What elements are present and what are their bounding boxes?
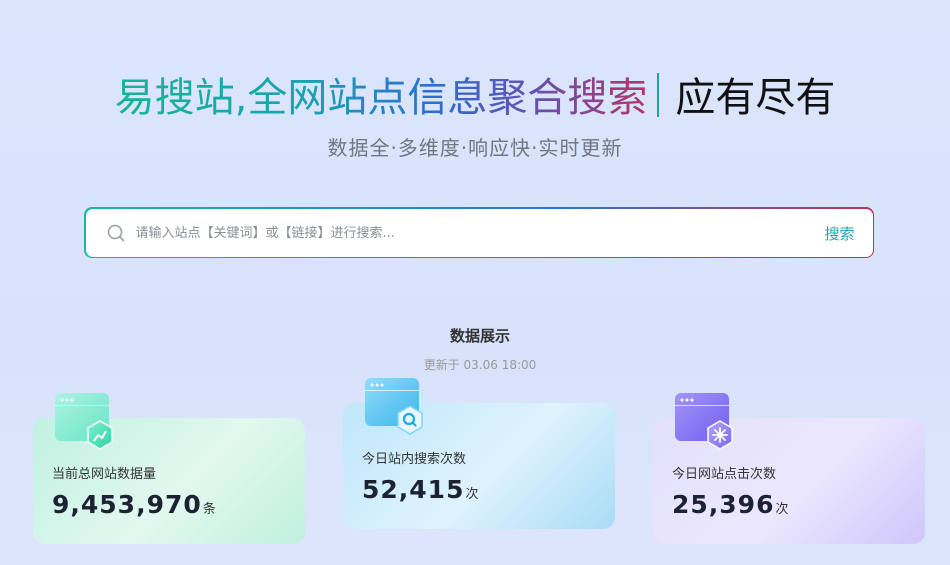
stat-unit: 次 — [465, 487, 479, 502]
stat-number: 25,396 — [672, 490, 775, 519]
stat-unit: 条 — [202, 502, 216, 517]
updated-time: 更新于 03.06 18:00 — [0, 356, 950, 373]
magnifier-icon — [365, 378, 423, 435]
hero-title-main: 易搜站,全网站点信息聚合搜索 — [114, 75, 648, 121]
search-button[interactable]: 搜索 — [824, 223, 854, 244]
hero-title-tail: 应有尽有 — [675, 75, 836, 121]
updated-prefix: 更新于 — [423, 358, 460, 372]
stat-value: 9,453,970条 — [52, 490, 216, 519]
stat-card-search-count: 今日站内搜索次数 52,415次 — [343, 378, 615, 529]
title-divider — [657, 73, 660, 117]
chart-trend-icon — [55, 393, 113, 450]
stat-number: 52,415 — [362, 475, 465, 504]
stat-unit: 次 — [775, 502, 789, 517]
updated-value: 03.06 18:00 — [463, 358, 537, 372]
stat-card-click-count: 今日网站点击次数 25,396次 — [653, 393, 925, 544]
click-icon — [675, 393, 733, 450]
search-box: 搜索 — [85, 208, 873, 259]
hero-subtitle: 数据全·多维度·响应快·实时更新 — [327, 136, 623, 160]
stat-card-total-sites: 当前总网站数据量 9,453,970条 — [33, 393, 305, 544]
search-input[interactable] — [133, 208, 778, 259]
stat-label: 今日网站点击次数 — [672, 467, 777, 482]
search-icon — [107, 224, 124, 241]
stat-number: 9,453,970 — [52, 490, 202, 519]
stat-value: 25,396次 — [672, 490, 789, 519]
search-bar: 搜索 — [84, 207, 874, 259]
section-title: 数据展示 — [449, 327, 510, 345]
hero-title: 易搜站,全网站点信息聚合搜索 应有尽有 — [0, 70, 950, 126]
stat-label: 当前总网站数据量 — [52, 467, 157, 482]
stat-label: 今日站内搜索次数 — [362, 452, 467, 467]
stat-value: 52,415次 — [362, 475, 479, 504]
